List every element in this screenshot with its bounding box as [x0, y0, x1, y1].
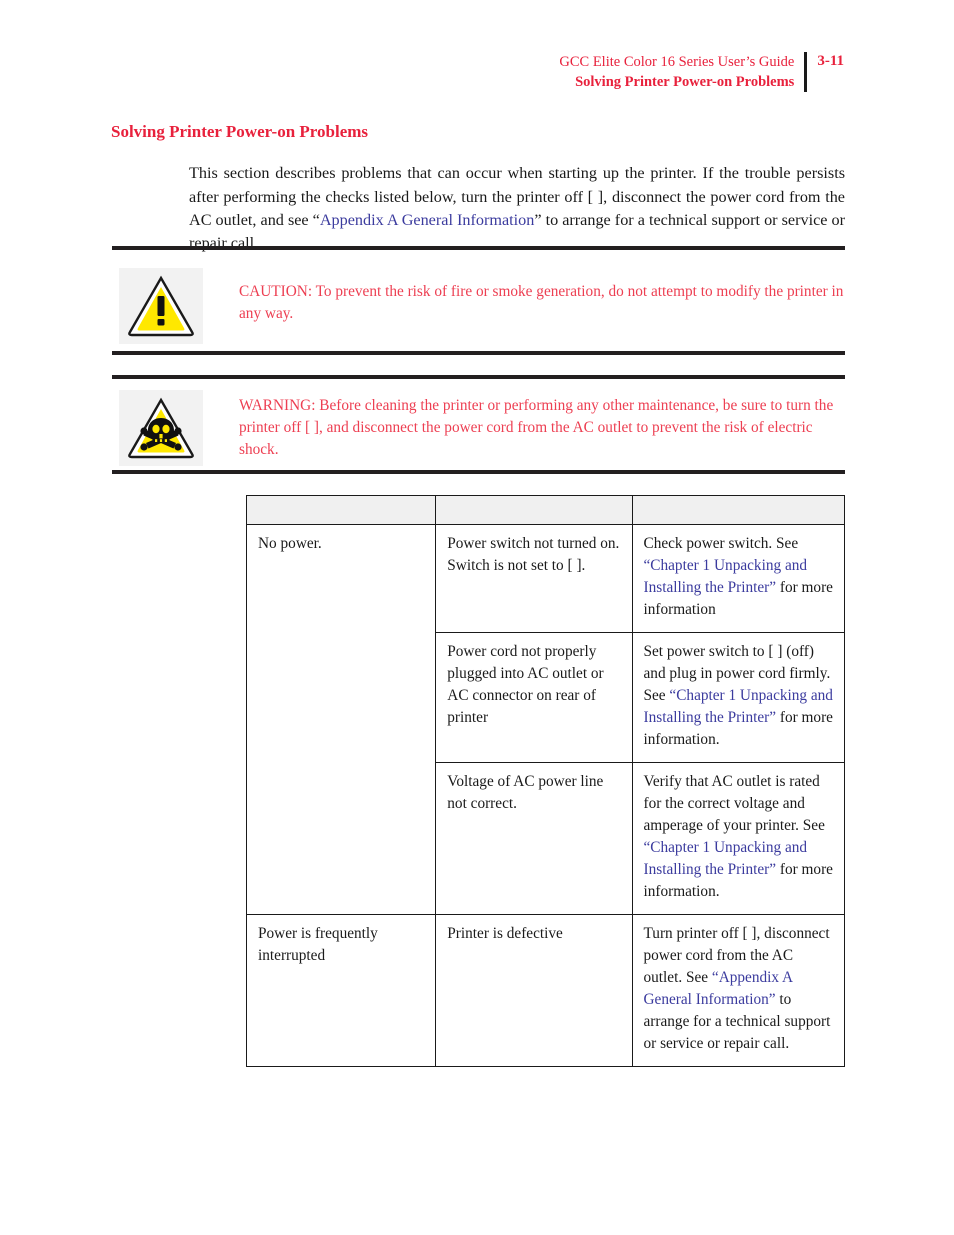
cell-symptom: No power. [245, 523, 437, 916]
warning-triangle-skull-icon [119, 390, 203, 466]
warning-triangle-exclamation-icon [119, 268, 203, 344]
page-title: Solving Printer Power-on Problems [111, 122, 369, 141]
divider-rule-warning-top [112, 375, 845, 379]
warning-block: WARNING: Before cleaning the printer or … [119, 390, 845, 466]
table-header-row [245, 495, 845, 525]
header-guide-title: GCC Elite Color 16 Series User’s Guide [559, 54, 795, 70]
header-titles: GCC Elite Color 16 Series User’s Guide S… [559, 52, 804, 92]
page-number: 3-11 [817, 53, 844, 69]
remedy-text-pre: Check power switch. See [643, 535, 799, 552]
table-header-cell-symptom [245, 495, 437, 525]
appendix-a-link[interactable]: Appendix A General Information [320, 211, 534, 229]
table-row: No power. Power switch not turned on. Sw… [245, 523, 845, 916]
table-row: Power is frequently interrupted Printer … [245, 914, 845, 1068]
divider-rule-warning-bottom [112, 470, 845, 474]
cell-remedy: Check power switch. See “Chapter 1 Unpac… [631, 523, 845, 634]
warning-text: WARNING: Before cleaning the printer or … [239, 397, 834, 459]
divider-rule-caution-bottom [112, 351, 845, 355]
cell-cause: Power cord not properly plugged into AC … [435, 632, 633, 764]
header-section-title: Solving Printer Power-on Problems [575, 74, 795, 90]
table-header-cell-remedy [631, 495, 845, 525]
divider-rule-top [112, 246, 845, 250]
cell-remedy: Verify that AC outlet is rated for the c… [631, 762, 845, 916]
remedy-text-pre: Verify that AC outlet is rated for the c… [643, 773, 825, 835]
cell-remedy: Set power switch to [ ] (off) and plug i… [631, 632, 845, 764]
cell-cause: Power switch not turned on. Switch is no… [435, 523, 633, 634]
caution-text: CAUTION: To prevent the risk of fire or … [239, 283, 844, 323]
cell-symptom: Power is frequently interrupted [245, 914, 437, 1068]
page-running-header: GCC Elite Color 16 Series User’s Guide S… [559, 52, 844, 92]
cell-cause: Voltage of AC power line not correct. [435, 762, 633, 916]
cell-cause: Printer is defective [435, 914, 633, 1068]
header-divider [804, 52, 808, 92]
cell-remedy: Turn printer off [ ], disconnect power c… [631, 914, 845, 1068]
table-header-cell-cause [435, 495, 633, 525]
caution-block: CAUTION: To prevent the risk of fire or … [119, 268, 845, 344]
intro-paragraph: This section describes problems that can… [189, 162, 845, 255]
troubleshooting-table: No power. Power switch not turned on. Sw… [245, 495, 845, 1068]
